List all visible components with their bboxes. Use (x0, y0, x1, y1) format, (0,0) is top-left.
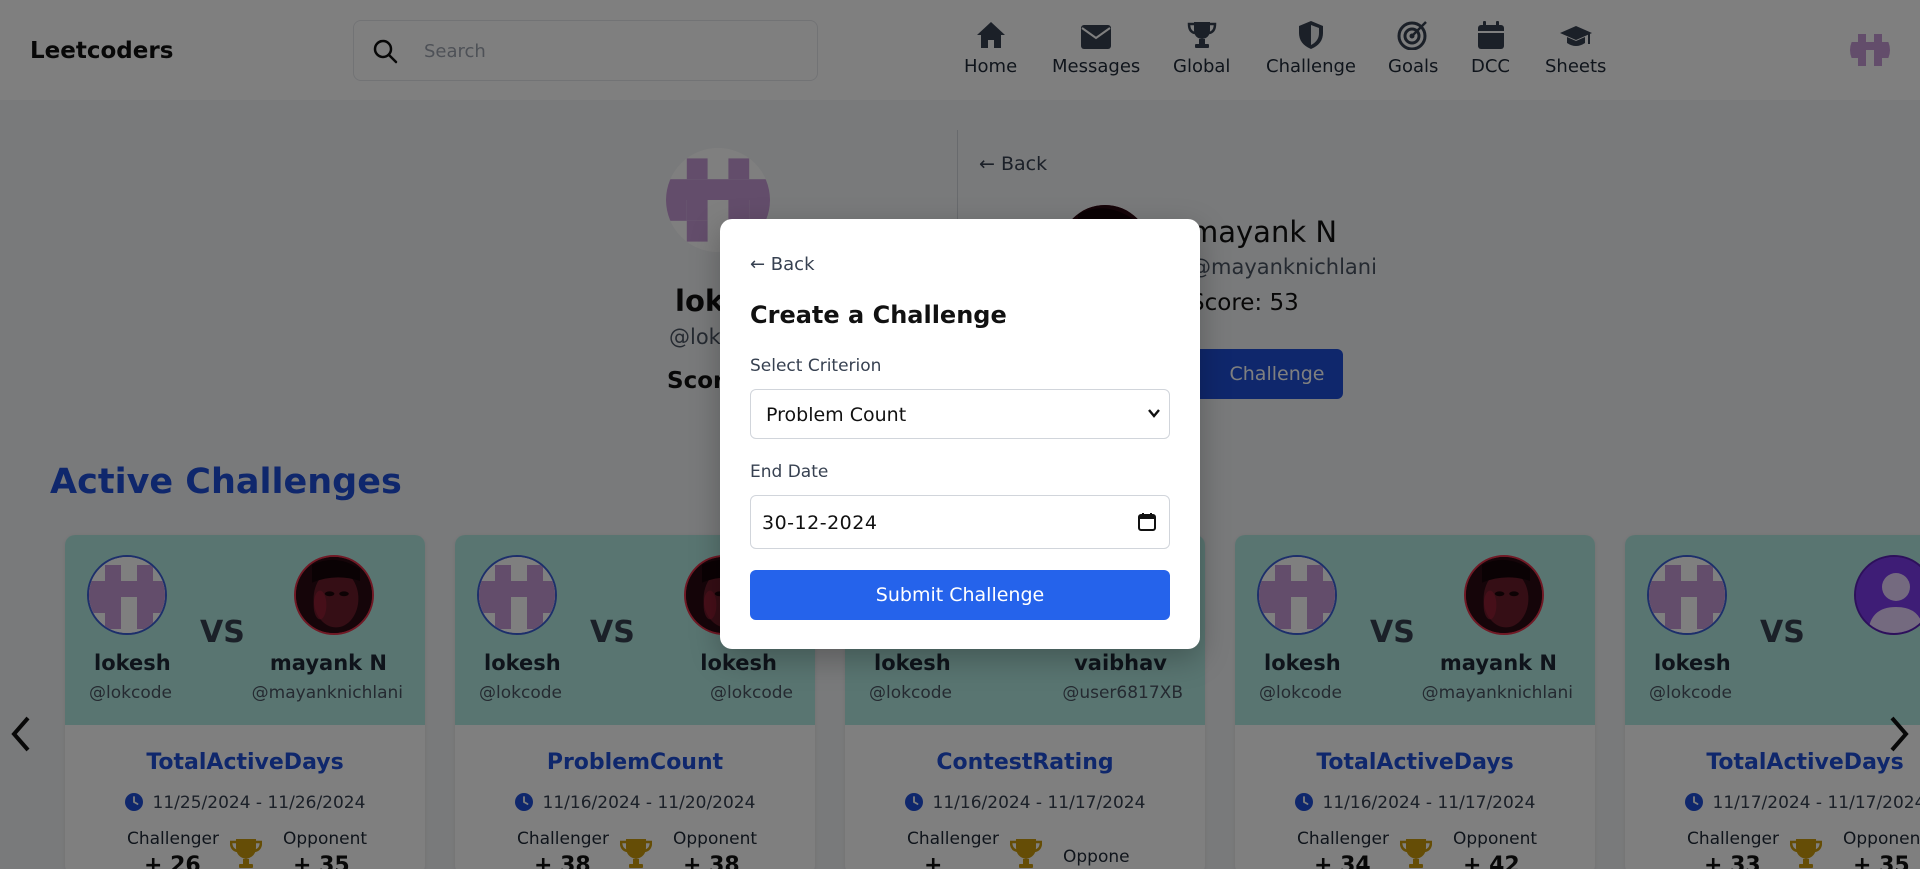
end-date-label: End Date (750, 462, 829, 482)
end-date-value: 30-12-2024 (762, 512, 878, 534)
submit-challenge-button[interactable]: Submit Challenge (750, 570, 1170, 620)
end-date-input[interactable]: 30-12-2024 (750, 495, 1170, 549)
create-challenge-modal: ← Back Create a Challenge Select Criteri… (720, 219, 1200, 649)
chevron-down-icon (1148, 409, 1160, 418)
criterion-selected-value: Problem Count (766, 404, 907, 426)
modal-title: Create a Challenge (750, 301, 1007, 329)
criterion-select[interactable]: Problem Count (750, 389, 1170, 439)
modal-back-link[interactable]: ← Back (750, 254, 815, 275)
calendar-icon[interactable] (1137, 512, 1157, 532)
criterion-label: Select Criterion (750, 356, 882, 376)
